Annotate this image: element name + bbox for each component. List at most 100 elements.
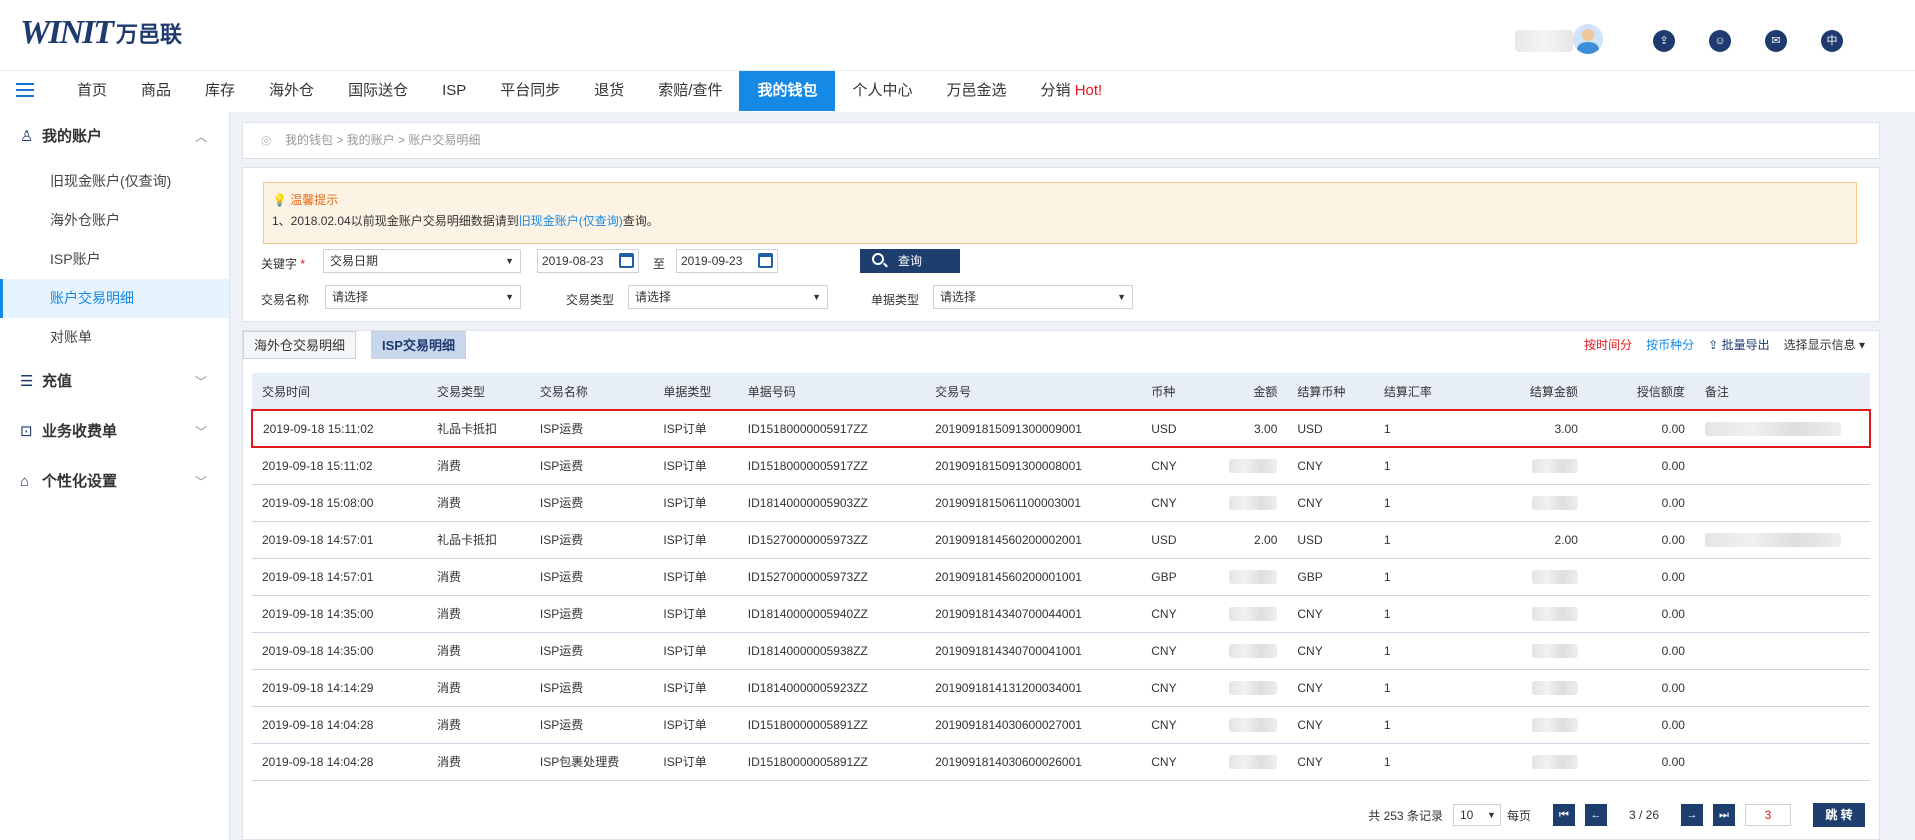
sidebar-item-transaction-details[interactable]: 账户交易明细 [0, 279, 229, 318]
transaction-type-select[interactable]: 请选择 ▼ [628, 285, 828, 309]
calendar-icon[interactable] [758, 253, 773, 268]
nav-overseas-warehouse[interactable]: 海外仓 [252, 71, 331, 111]
nav-platform-sync[interactable]: 平台同步 [483, 71, 577, 111]
col-amount: 3.00 [1217, 409, 1288, 448]
nav-personal-center[interactable]: 个人中心 [835, 71, 929, 111]
language-icon[interactable]: 中 [1821, 30, 1843, 52]
jump-page-input[interactable]: 3 [1745, 804, 1791, 826]
date-from-input[interactable]: 2019-08-23 [537, 249, 639, 273]
username-blurred [1515, 30, 1573, 52]
col-amount-header: 金额 [1217, 373, 1288, 411]
document-type-select[interactable]: 请选择 ▼ [933, 285, 1133, 309]
col-settle-currency: CNY [1287, 447, 1374, 485]
chevron-up-icon: ︿ [194, 130, 207, 144]
nav-distribution[interactable]: 分销 Hot! [1024, 71, 1120, 111]
sidebar-group-billing[interactable]: ⊡ 业务收费单 ﹀ [0, 407, 229, 457]
batch-export-button[interactable]: ⇪ 批量导出 [1708, 331, 1769, 359]
message-icon[interactable]: ✉ [1765, 30, 1787, 52]
nav-my-wallet[interactable]: 我的钱包 [739, 71, 836, 111]
table-row[interactable]: 2019-09-18 14:57:01 礼品卡抵扣 ISP运费 ISP订单 ID1527… [252, 521, 1870, 559]
upload-icon[interactable]: ⇪ [1653, 30, 1675, 52]
search-icon [872, 253, 884, 265]
col-amount [1217, 706, 1288, 744]
billing-icon: ⊡ [20, 423, 33, 440]
last-page-button[interactable]: ⏭ [1713, 804, 1735, 826]
col-settle-amount [1480, 669, 1588, 707]
prev-page-button[interactable]: ← [1584, 804, 1607, 826]
next-page-button[interactable]: → [1681, 804, 1703, 826]
keyword-select[interactable]: 交易日期 ▼ [323, 249, 521, 273]
table-row[interactable]: 2019-09-18 14:35:00 消费 ISP运费 ISP订单 ID1814000… [252, 595, 1870, 633]
transaction-name-select[interactable]: 请选择 ▼ [325, 285, 521, 309]
col-credit: 0.00 [1587, 521, 1695, 559]
col-remark [1694, 632, 1870, 670]
sidebar-item-isp-account[interactable]: ISP账户 [0, 240, 229, 279]
sidebar-group-recharge[interactable]: ☰ 充值 ﹀ [0, 357, 229, 407]
logo[interactable]: WINIT 万邑联 [20, 14, 182, 52]
nav-home[interactable]: 首页 [60, 71, 124, 111]
col-amount [1217, 595, 1288, 633]
table-row[interactable]: 2019-09-18 14:14:29 消费 ISP运费 ISP订单 ID1814000… [252, 669, 1870, 707]
jump-button[interactable]: 跳 转 [1813, 803, 1865, 827]
col-doc-no: ID18140000005903ZZ [737, 484, 926, 522]
date-to-input[interactable]: 2019-09-23 [676, 249, 778, 273]
tip-title-text: 温馨提示 [290, 193, 339, 207]
table-row[interactable]: 2019-09-18 15:11:02 礼品卡抵扣 ISP运费 ISP订单 ID1518… [251, 409, 1872, 448]
col-txn-no: 2019091814340700041001 [925, 632, 1142, 670]
table-row[interactable]: 2019-09-18 14:04:28 消费 ISP包裹处理费 ISP订单 ID1518… [252, 743, 1870, 781]
table-tools: 按时间分 按币种分 ⇪ 批量导出 选择显示信息 ▾ [1584, 331, 1865, 359]
sidebar-group-personalization[interactable]: ⌂ 个性化设置 ﹀ [0, 457, 229, 507]
col-time-header: 交易时间 [252, 373, 427, 411]
table-row[interactable]: 2019-09-18 15:08:00 消费 ISP运费 ISP订单 ID1814000… [252, 484, 1870, 522]
avatar[interactable] [1573, 24, 1603, 54]
page-size-select[interactable]: 10 ▼ [1452, 804, 1501, 826]
col-amount [1217, 484, 1288, 522]
nav-selection[interactable]: 万邑金选 [930, 71, 1024, 111]
col-settle-amount: 2.00 [1480, 521, 1588, 559]
col-credit-header: 授信额度 [1587, 373, 1695, 411]
col-settle-rate: 1 [1373, 484, 1481, 522]
col-name: ISP运费 [529, 521, 654, 559]
nav-claims[interactable]: 索赔/查件 [641, 71, 739, 111]
group-by-time-link[interactable]: 按时间分 [1584, 331, 1632, 359]
nav-isp[interactable]: ISP [425, 71, 483, 111]
col-txn-no: 2019091814340700044001 [925, 595, 1142, 633]
recharge-icon: ☰ [20, 373, 34, 390]
redacted-value [1704, 421, 1841, 436]
sidebar-item-overseas-account[interactable]: 海外仓账户 [0, 201, 229, 240]
dropdown-arrow-icon: ▼ [505, 292, 514, 302]
col-credit: 0.00 [1587, 558, 1695, 596]
nav-returns[interactable]: 退货 [577, 71, 641, 111]
first-page-button[interactable]: ⏮ [1552, 804, 1575, 826]
table-row[interactable]: 2019-09-18 14:35:00 消费 ISP运费 ISP订单 ID1814000… [252, 632, 1870, 670]
table-row[interactable]: 2019-09-18 14:57:01 消费 ISP运费 ISP订单 ID1527000… [252, 558, 1870, 596]
sidebar-item-old-cash-account[interactable]: 旧现金账户(仅查询) [0, 162, 229, 201]
calendar-icon[interactable] [619, 253, 634, 268]
col-time: 2019-09-18 14:57:01 [252, 558, 427, 596]
display-options-dropdown[interactable]: 选择显示信息 ▾ [1784, 331, 1865, 359]
sidebar-group-my-account[interactable]: ♙ 我的账户 ︿ [0, 112, 229, 162]
table-row[interactable]: 2019-09-18 15:11:02 消费 ISP运费 ISP订单 ID1518000… [252, 447, 1870, 485]
col-remark-header: 备注 [1694, 373, 1870, 411]
table-row[interactable]: 2019-09-18 14:04:28 消费 ISP运费 ISP订单 ID1518000… [252, 706, 1870, 744]
old-account-link[interactable]: 旧现金账户(仅查询) [519, 214, 623, 228]
group-by-currency-link[interactable]: 按币种分 [1646, 331, 1694, 359]
tab-isp-transactions[interactable]: ISP交易明细 [371, 331, 466, 359]
col-settle-currency: CNY [1287, 632, 1374, 670]
nav-inventory[interactable]: 库存 [188, 71, 252, 111]
col-name: ISP运费 [529, 669, 654, 707]
location-pin-icon: ◎ [261, 133, 272, 147]
nav-products[interactable]: 商品 [124, 71, 188, 111]
query-button[interactable]: 查询 [860, 249, 960, 273]
col-currency: CNY [1141, 706, 1218, 744]
tip-line: 1、2018.02.04以前现金账户交易明细数据请到旧现金账户(仅查询)查询。 [272, 212, 1856, 229]
col-remark [1694, 447, 1870, 485]
col-time: 2019-09-18 14:35:00 [252, 632, 427, 670]
nav-international-shipping[interactable]: 国际送仓 [331, 71, 425, 111]
sidebar-item-statement[interactable]: 对账单 [0, 318, 229, 357]
redacted-value [1229, 643, 1278, 658]
tab-overseas-transactions[interactable]: 海外仓交易明细 [243, 331, 357, 359]
support-icon[interactable]: ☺ [1709, 30, 1731, 52]
col-type-header: 交易类型 [426, 373, 530, 411]
menu-toggle-icon[interactable] [16, 83, 34, 99]
